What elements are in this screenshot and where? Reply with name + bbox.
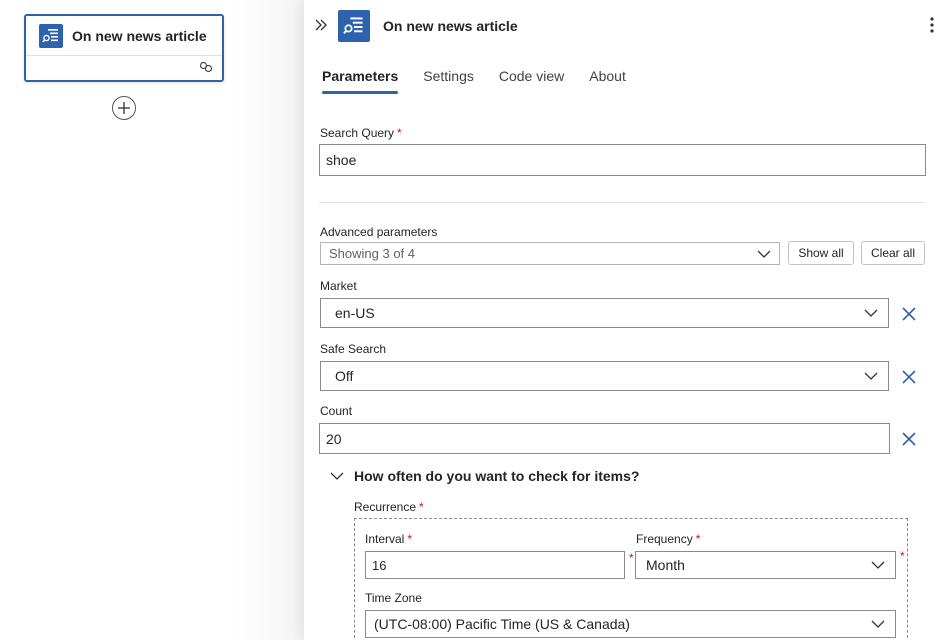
chevron-down-icon [871,620,885,628]
tab-settings[interactable]: Settings [423,68,474,94]
tab-parameters[interactable]: Parameters [322,68,399,94]
double-chevron-right-icon[interactable] [314,18,328,35]
market-dropdown[interactable]: en-US [320,298,889,328]
interval-required-marker: * [629,551,634,565]
show-all-button[interactable]: Show all [788,241,854,265]
advanced-parameters-value: Showing 3 of 4 [329,246,416,261]
market-value: en-US [335,305,375,321]
safe-search-value: Off [335,368,354,384]
chevron-down-icon [871,561,885,569]
recurrence-label: Recurrence * [354,500,424,514]
schedule-section-toggle[interactable]: How often do you want to check for items… [330,468,639,484]
remove-market-icon[interactable] [902,307,916,324]
trigger-card-title: On new news article [72,27,207,44]
tab-code-view[interactable]: Code view [499,68,564,94]
chevron-down-icon [757,250,771,258]
interval-label: Interval * [365,532,413,546]
designer-canvas: On new news article [0,0,304,640]
news-search-icon [39,23,63,48]
plus-icon [118,102,130,114]
advanced-parameters-label: Advanced parameters [320,225,438,239]
remove-count-icon[interactable] [902,432,916,449]
divider [319,202,925,203]
add-step-button[interactable] [112,96,136,120]
frequency-label: Frequency * [636,532,701,546]
advanced-parameters-dropdown[interactable]: Showing 3 of 4 [320,242,780,265]
time-zone-label: Time Zone [365,591,422,605]
safe-search-dropdown[interactable]: Off [320,361,889,391]
chevron-down-icon [864,309,878,317]
trigger-card-header[interactable]: On new news article [26,16,222,56]
count-input[interactable]: 20 [319,423,890,454]
details-panel: On new news article Parameters Settings … [304,0,950,640]
recurrence-group: Interval * 16 * Frequency * Month * Time Z… [354,518,908,640]
remove-safe-search-icon[interactable] [902,370,916,387]
tab-about[interactable]: About [589,68,626,94]
chevron-down-icon [330,472,344,480]
panel-tabs: Parameters Settings Code view About [322,68,651,94]
clear-all-button[interactable]: Clear all [861,241,925,265]
news-search-icon [338,10,370,42]
time-zone-dropdown[interactable]: (UTC-08:00) Pacific Time (US & Canada) [365,610,896,638]
link-icon[interactable] [199,61,213,76]
search-query-label: Search Query * [320,126,402,140]
trigger-card[interactable]: On new news article [24,14,224,82]
frequency-required-marker: * [900,549,905,563]
panel-title: On new news article [383,18,518,34]
panel-header: On new news article [304,0,950,52]
time-zone-value: (UTC-08:00) Pacific Time (US & Canada) [374,616,630,632]
safe-search-label: Safe Search [320,342,387,356]
schedule-section-title: How often do you want to check for items… [354,468,640,484]
frequency-value: Month [646,557,685,573]
search-query-input[interactable]: shoe [319,144,926,176]
market-label: Market [320,279,357,293]
interval-input[interactable]: 16 [365,551,625,579]
chevron-down-icon [864,372,878,380]
count-label: Count [320,404,353,418]
more-vertical-icon[interactable] [930,17,934,36]
frequency-dropdown[interactable]: Month [635,551,896,579]
